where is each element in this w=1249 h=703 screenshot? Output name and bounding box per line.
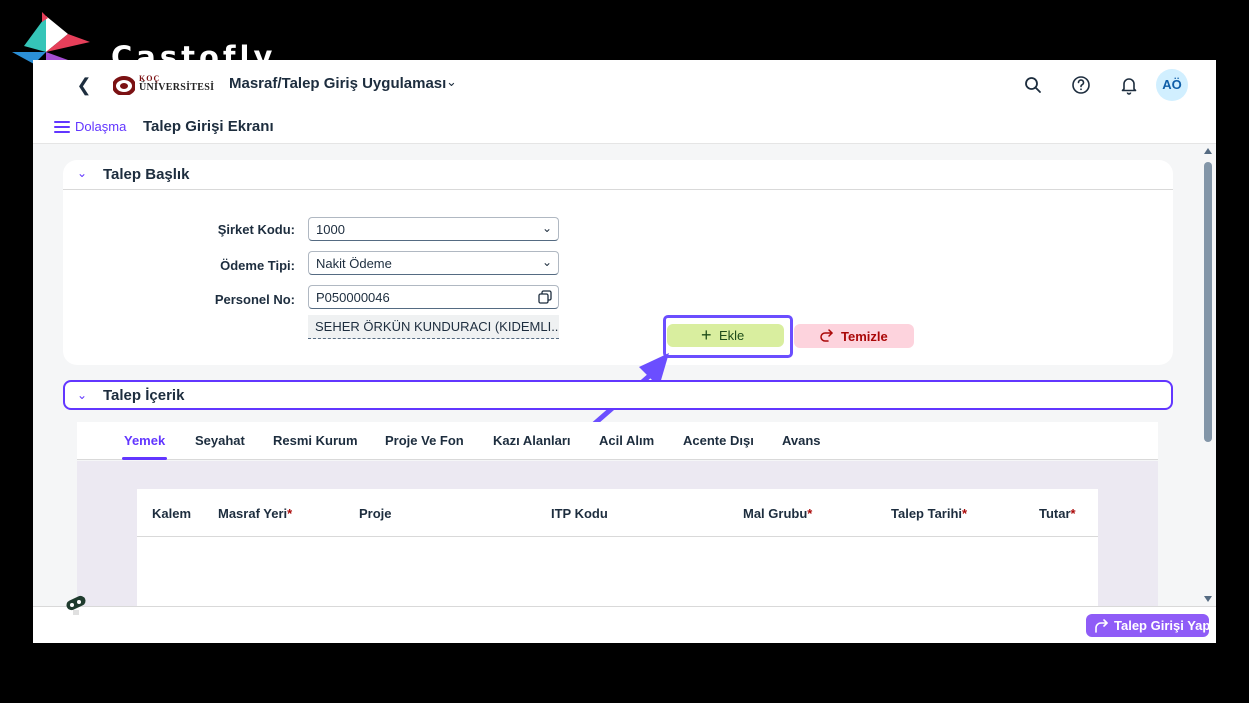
talep-baslik-panel-header[interactable]: ⌄ Talep Başlık bbox=[63, 160, 1173, 190]
talep-icerik-title: Talep İçerik bbox=[103, 387, 185, 404]
tab-acente-disi[interactable]: Acente Dışı bbox=[683, 433, 754, 448]
shell-bar: ❮ KOÇ ÜNİVERSİTESİ Masraf/Talep Giriş Uy… bbox=[33, 60, 1216, 110]
ekle-button-label: Ekle bbox=[719, 328, 745, 343]
scroll-down-arrow-icon[interactable] bbox=[1204, 596, 1212, 602]
sirket-kodu-label: Şirket Kodu: bbox=[217, 222, 295, 237]
column-mal-grubu: Mal Grubu* bbox=[743, 506, 813, 521]
tab-seyahat[interactable]: Seyahat bbox=[195, 433, 245, 448]
app-window: ❮ KOÇ ÜNİVERSİTESİ Masraf/Talep Giriş Uy… bbox=[33, 60, 1216, 643]
odeme-tipi-value: Nakit Ödeme bbox=[316, 256, 392, 271]
sirket-kodu-select[interactable]: 1000 ⌄ bbox=[308, 217, 559, 241]
tab-kazi-alanlari[interactable]: Kazı Alanları bbox=[493, 433, 571, 448]
redo-icon bbox=[820, 329, 833, 342]
share-arrow-icon bbox=[1095, 619, 1108, 633]
talep-girisi-yap-label: Talep Girişi Yap bbox=[1114, 618, 1211, 633]
expense-tab-bar: Yemek Seyahat Resmi Kurum Proje Ve Fon K… bbox=[77, 422, 1158, 460]
expense-table: Kalem Masraf Yeri* Proje ITP Kodu Mal Gr… bbox=[137, 489, 1098, 609]
personel-no-input[interactable]: P050000046 bbox=[308, 285, 559, 309]
plus-icon: + bbox=[701, 325, 712, 345]
vertical-scrollbar[interactable] bbox=[1200, 146, 1216, 606]
help-icon[interactable] bbox=[1069, 73, 1093, 97]
column-proje: Proje bbox=[359, 506, 392, 521]
chevron-down-icon: ⌄ bbox=[541, 221, 552, 235]
tab-resmi-kurum[interactable]: Resmi Kurum bbox=[273, 433, 358, 448]
personel-no-value: P050000046 bbox=[316, 290, 390, 305]
temizle-button-label: Temizle bbox=[841, 329, 888, 344]
page-title: Talep Girişi Ekranı bbox=[143, 118, 274, 135]
tab-avans[interactable]: Avans bbox=[782, 433, 821, 448]
footer-toolbar: Talep Girişi Yap bbox=[33, 606, 1216, 643]
table-header-row: Kalem Masraf Yeri* Proje ITP Kodu Mal Gr… bbox=[137, 489, 1098, 537]
chevron-down-icon: ⌄ bbox=[77, 388, 88, 402]
tab-proje-ve-fon[interactable]: Proje Ve Fon bbox=[385, 433, 464, 448]
talep-girisi-yap-button[interactable]: Talep Girişi Yap bbox=[1086, 614, 1211, 637]
navigation-label: Dolaşma bbox=[75, 119, 127, 134]
column-masraf-yeri: Masraf Yeri* bbox=[218, 506, 293, 521]
page-subheader: Dolaşma Talep Girişi Ekranı bbox=[33, 110, 1216, 144]
search-icon[interactable] bbox=[1021, 73, 1045, 97]
column-kalem: Kalem bbox=[152, 506, 192, 521]
personel-no-label: Personel No: bbox=[214, 292, 295, 307]
koc-university-logo: KOÇ ÜNİVERSİTESİ bbox=[113, 73, 214, 97]
odeme-tipi-label: Ödeme Tipi: bbox=[220, 258, 295, 273]
tab-content-area: Kalem Masraf Yeri* Proje ITP Kodu Mal Gr… bbox=[77, 461, 1158, 609]
active-tab-indicator bbox=[122, 457, 167, 460]
floating-widget-icon[interactable] bbox=[63, 590, 89, 616]
odeme-tipi-select[interactable]: Nakit Ödeme ⌄ bbox=[308, 251, 559, 275]
talep-baslik-panel: ⌄ Talep Başlık Şirket Kodu: 1000 ⌄ Ödeme… bbox=[63, 160, 1173, 441]
user-avatar[interactable]: AÖ bbox=[1156, 69, 1188, 101]
talep-icerik-panel-header[interactable]: ⌄ Talep İçerik bbox=[63, 380, 1173, 410]
app-title[interactable]: Masraf/Talep Giriş Uygulaması bbox=[229, 75, 446, 92]
menu-icon bbox=[54, 121, 70, 133]
bell-icon[interactable] bbox=[1117, 73, 1141, 97]
chevron-down-icon[interactable]: ⌄ bbox=[446, 74, 457, 90]
sirket-kodu-value: 1000 bbox=[316, 222, 345, 237]
chevron-down-icon: ⌄ bbox=[77, 166, 88, 180]
tab-acil-alim[interactable]: Acil Alım bbox=[599, 433, 654, 448]
back-button[interactable]: ❮ bbox=[73, 74, 95, 96]
talep-baslik-title: Talep Başlık bbox=[103, 166, 190, 183]
chevron-down-icon: ⌄ bbox=[541, 255, 552, 269]
ekle-button[interactable]: + Ekle bbox=[667, 324, 784, 347]
scroll-up-arrow-icon[interactable] bbox=[1204, 148, 1212, 154]
logo-line2: ÜNİVERSİTESİ bbox=[139, 82, 215, 93]
temizle-button[interactable]: Temizle bbox=[794, 324, 914, 348]
koc-logo-icon bbox=[113, 76, 135, 95]
column-talep-tarihi: Talep Tarihi* bbox=[891, 506, 968, 521]
column-tutar: Tutar* bbox=[1039, 506, 1076, 521]
tab-yemek[interactable]: Yemek bbox=[124, 433, 165, 448]
column-itp-kodu: ITP Kodu bbox=[551, 506, 608, 521]
scroll-thumb[interactable] bbox=[1204, 162, 1212, 442]
personel-name-text: SEHER ÖRKÜN KUNDURACI (KIDEMLI... bbox=[308, 315, 559, 339]
value-help-icon[interactable] bbox=[538, 290, 552, 304]
